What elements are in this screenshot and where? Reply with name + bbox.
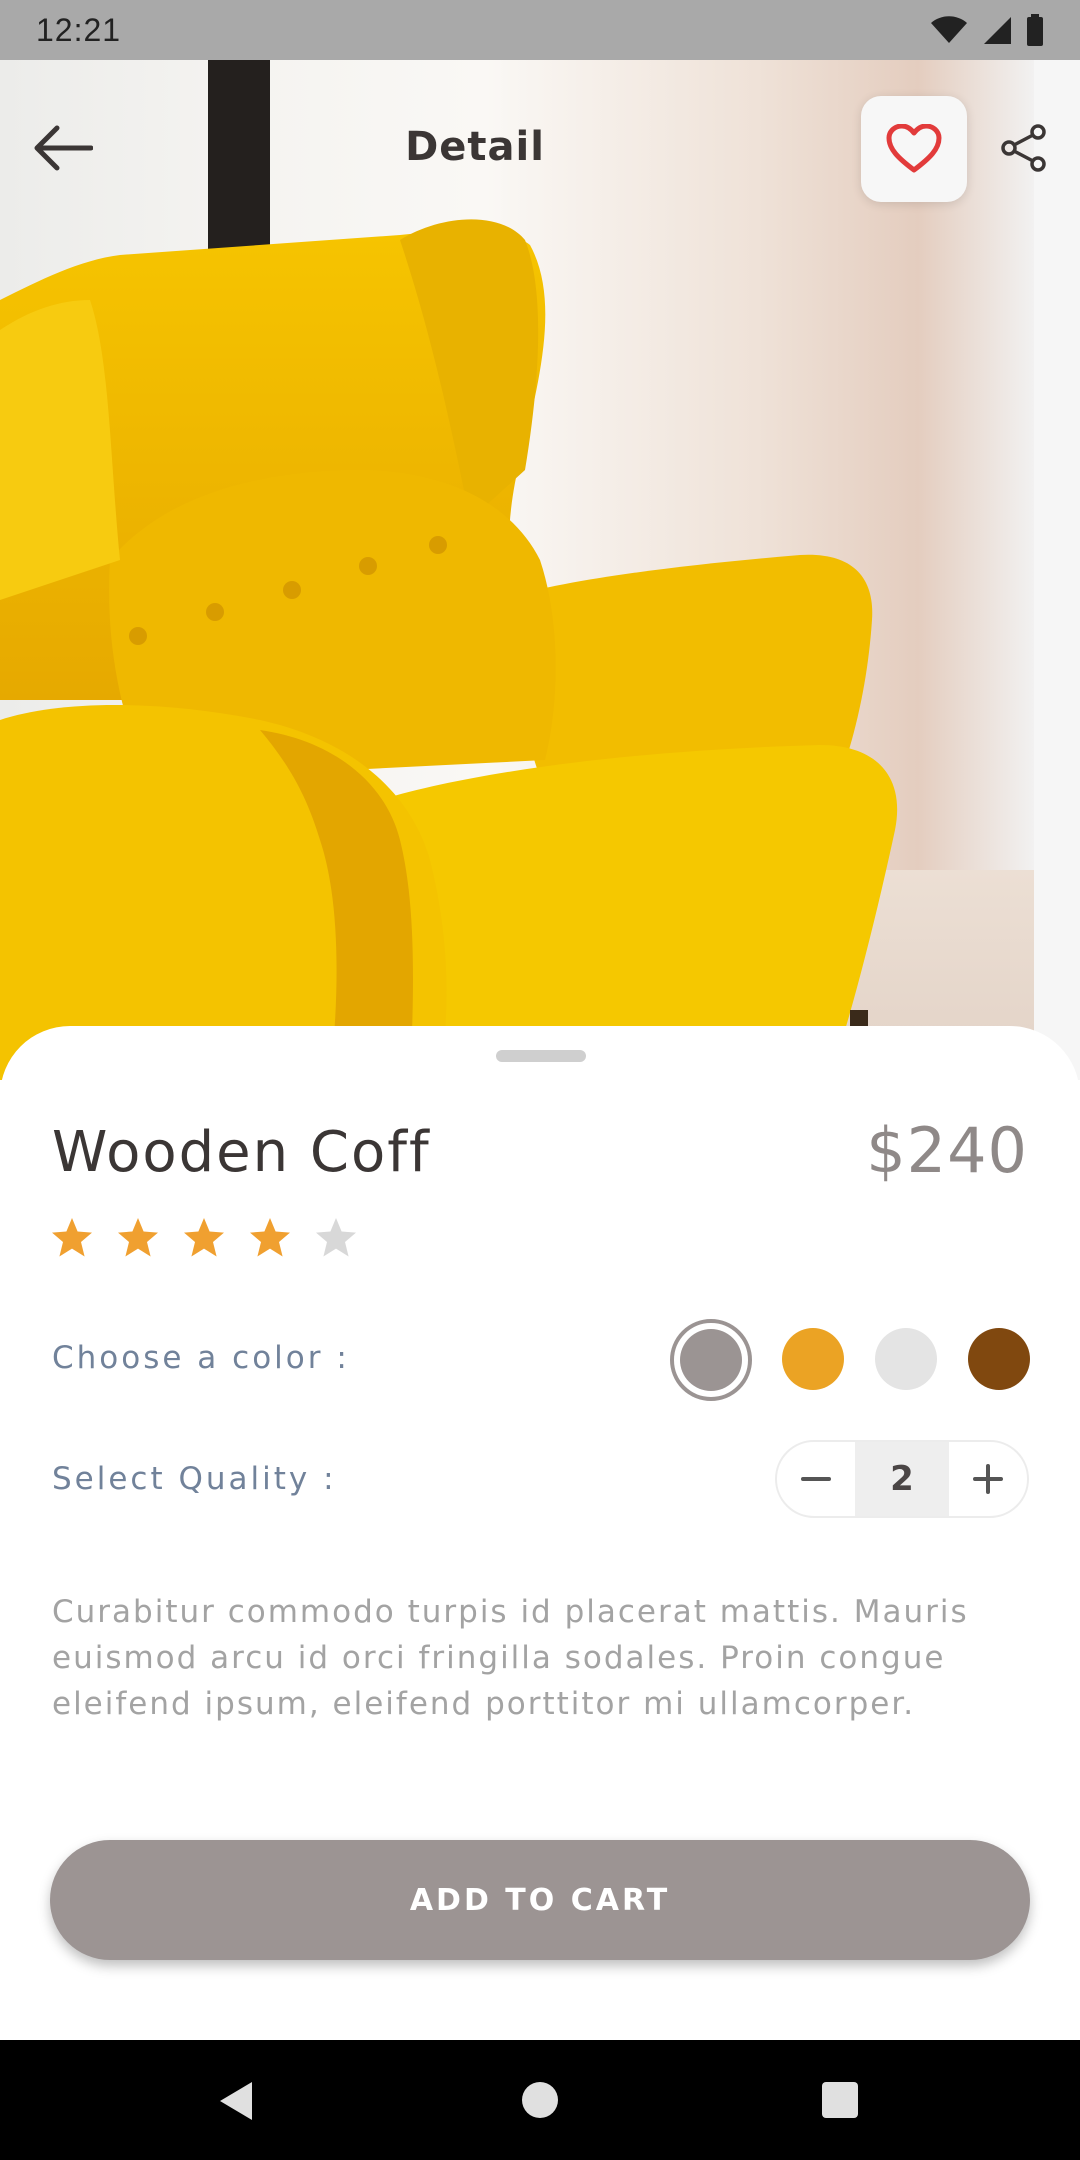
share-icon xyxy=(1001,124,1046,172)
color-swatch-brown[interactable] xyxy=(968,1328,1030,1390)
star-empty-icon xyxy=(316,1218,356,1257)
increment-button[interactable] xyxy=(949,1442,1027,1516)
decrement-button[interactable] xyxy=(777,1442,855,1516)
drag-handle[interactable] xyxy=(496,1050,586,1062)
heart-icon xyxy=(886,124,942,173)
color-label: Choose a color : xyxy=(52,1340,350,1376)
status-bar: 12:21 xyxy=(0,0,1080,60)
add-to-cart-label: ADD TO CART xyxy=(409,1882,671,1918)
product-name: Wooden Coff xyxy=(52,1120,431,1185)
quantity-stepper: 2 xyxy=(775,1440,1029,1518)
status-icons xyxy=(930,14,1044,46)
star-icon xyxy=(184,1218,224,1257)
quality-label: Select Quality : xyxy=(52,1461,337,1497)
wifi-icon xyxy=(931,16,967,43)
star-icon xyxy=(250,1218,290,1257)
star-icon xyxy=(118,1218,158,1257)
color-swatch-light-gray[interactable] xyxy=(875,1328,937,1390)
product-detail-sheet: Wooden Coff $240 Choose a color : Select… xyxy=(0,1026,1080,2040)
color-swatch-orange[interactable] xyxy=(782,1328,844,1390)
rating-stars xyxy=(50,1216,358,1260)
product-price: $240 xyxy=(866,1114,1028,1187)
add-to-cart-button[interactable]: ADD TO CART xyxy=(50,1840,1030,1960)
nav-back-icon[interactable] xyxy=(216,2080,256,2122)
status-time: 12:21 xyxy=(36,11,122,48)
nav-home-icon[interactable] xyxy=(522,2082,558,2118)
back-arrow-icon xyxy=(34,125,93,171)
minus-icon xyxy=(801,1477,831,1481)
favorite-button[interactable] xyxy=(861,96,967,202)
cellular-icon xyxy=(984,17,1011,44)
back-button[interactable] xyxy=(30,118,96,178)
quantity-value: 2 xyxy=(855,1442,949,1516)
star-icon xyxy=(52,1218,92,1257)
battery-icon xyxy=(1027,14,1043,46)
color-swatch-gray-selected[interactable] xyxy=(670,1319,752,1401)
nav-recents-icon[interactable] xyxy=(822,2082,858,2118)
product-description: Curabitur commodo turpis id placerat mat… xyxy=(52,1594,969,1722)
page-title: Detail xyxy=(405,124,545,170)
plus-icon xyxy=(973,1464,1003,1494)
share-button[interactable] xyxy=(996,120,1052,176)
system-navigation-bar xyxy=(0,2040,1080,2160)
